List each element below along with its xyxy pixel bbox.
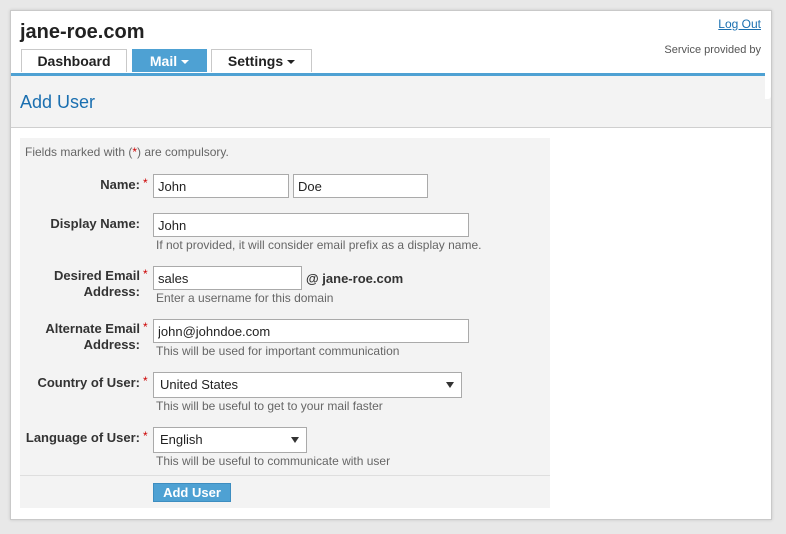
display-name-hint: If not provided, it will consider email … — [156, 238, 482, 252]
desired-email-label: Desired Email Address: — [20, 268, 140, 300]
tab-settings[interactable]: Settings — [211, 49, 312, 72]
last-name-input[interactable] — [293, 174, 428, 198]
country-hint: This will be useful to get to your mail … — [156, 399, 383, 413]
tab-dashboard[interactable]: Dashboard — [21, 49, 127, 72]
display-name-label: Display Name: — [50, 216, 140, 231]
email-domain-suffix: @ jane-roe.com — [306, 271, 404, 286]
chevron-down-icon — [287, 60, 296, 65]
display-name-input[interactable] — [153, 213, 469, 237]
alternate-email-input[interactable] — [153, 319, 469, 343]
desired-email-hint: Enter a username for this domain — [156, 291, 334, 305]
site-domain-title: jane-roe.com — [20, 21, 145, 43]
alternate-email-label-line2: Address: — [83, 337, 140, 352]
add-user-form: Fields marked with (*) are compulsory. N… — [20, 138, 550, 508]
alternate-email-label-line1: Alternate Email — [45, 321, 140, 336]
dropdown-arrow-icon — [446, 382, 454, 388]
required-marker: * — [143, 429, 148, 443]
add-user-button[interactable]: Add User — [153, 483, 231, 502]
page-title: Add User — [20, 92, 96, 112]
tab-mail[interactable]: Mail — [132, 49, 207, 72]
required-marker: * — [143, 176, 148, 190]
tab-dashboard-label: Dashboard — [37, 53, 111, 69]
tab-settings-label: Settings — [227, 53, 284, 69]
country-label: Country of User: — [37, 375, 140, 390]
alternate-email-label: Alternate Email Address: — [20, 321, 140, 353]
language-label: Language of User: — [25, 430, 140, 445]
tab-mail-label: Mail — [149, 53, 178, 69]
required-marker: * — [143, 374, 148, 388]
first-name-input[interactable] — [153, 174, 289, 198]
app-window: jane-roe.com Log Out Service provided by… — [10, 10, 772, 520]
dropdown-arrow-icon — [291, 437, 299, 443]
scroll-edge — [765, 55, 771, 99]
required-marker: * — [143, 267, 148, 281]
compulsory-note: Fields marked with (*) are compulsory. — [25, 145, 229, 159]
form-divider — [20, 475, 550, 476]
country-selected-value: United States — [160, 377, 239, 392]
desired-email-label-line2: Address: — [83, 284, 140, 299]
name-label: Name: — [100, 177, 140, 192]
language-selected-value: English — [160, 432, 203, 447]
language-select[interactable]: English — [153, 427, 307, 453]
service-provided-text: Service provided by — [664, 44, 761, 56]
desired-email-input[interactable] — [153, 266, 302, 290]
logout-link[interactable]: Log Out — [718, 17, 761, 31]
page-header: Add User — [11, 76, 771, 128]
compulsory-note-suffix: ) are compulsory. — [137, 145, 229, 159]
country-select[interactable]: United States — [153, 372, 462, 398]
chevron-down-icon — [181, 60, 190, 65]
compulsory-note-prefix: Fields marked with ( — [25, 145, 133, 159]
language-hint: This will be useful to communicate with … — [156, 454, 391, 468]
required-marker: * — [143, 320, 148, 334]
desired-email-label-line1: Desired Email — [54, 268, 140, 283]
alternate-email-hint: This will be used for important communic… — [156, 344, 400, 358]
